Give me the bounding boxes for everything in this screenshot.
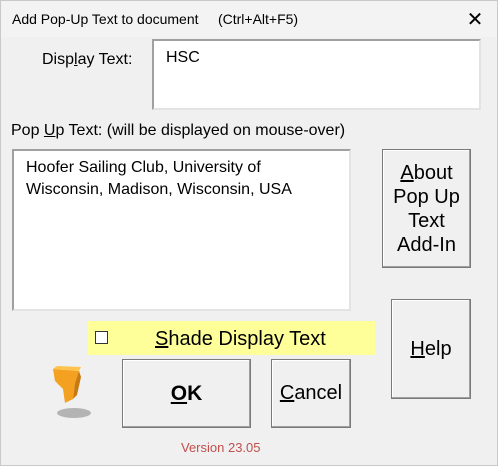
help-button[interactable]: Help [391,299,471,399]
ok-button[interactable]: OK [122,359,251,428]
popup-text-field[interactable]: Hoofer Sailing Club, University of Wisco… [12,149,351,311]
cancel-button-label: Cancel [279,382,343,404]
popup-text-label: Pop Up Text: (will be displayed on mouse… [11,122,346,139]
close-icon[interactable]: ✕ [457,5,493,33]
about-popup-text-addin-button[interactable]: About Pop Up Text Add-In [382,149,471,268]
help-button-label: Help [410,337,452,360]
window-title: Add Pop-Up Text to document (Ctrl+Alt+F5… [12,11,299,27]
display-text-field[interactable]: HSC [152,39,481,110]
display-text-label: Display Text: [42,51,133,68]
popup-text-addin-logo-icon [53,366,91,418]
ok-button-label: OK [170,381,203,405]
version-label: Version 23.05 [181,440,261,455]
about-button-label: About Pop Up Text Add-In [393,161,460,256]
shade-display-text-option[interactable]: Shade Display Text [88,321,375,355]
shade-display-text-label: Shade Display Text [155,328,326,350]
title-bar: Add Pop-Up Text to document (Ctrl+Alt+F5… [1,1,497,37]
shade-display-text-checkbox[interactable] [95,331,108,344]
dialog-window: Add Pop-Up Text to document (Ctrl+Alt+F5… [0,0,498,466]
cancel-button[interactable]: Cancel [271,359,351,428]
